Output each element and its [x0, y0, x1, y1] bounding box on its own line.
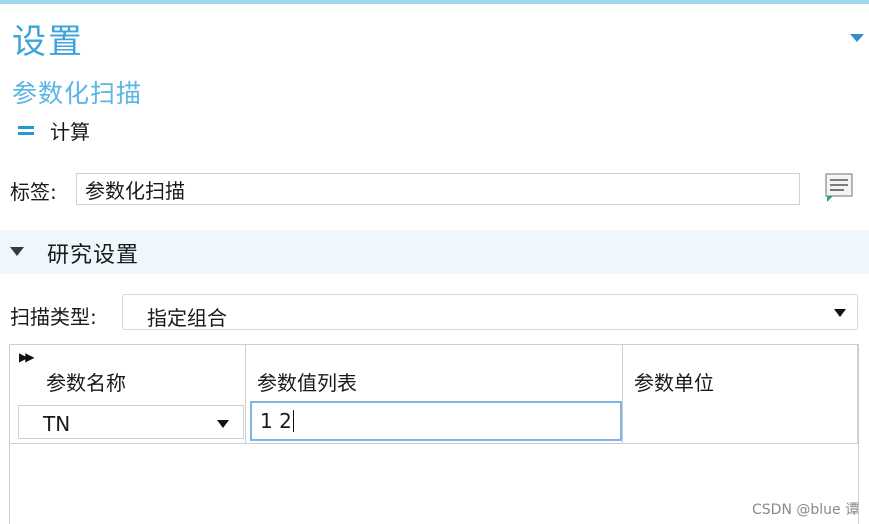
label-input-value: 参数化扫描	[85, 178, 185, 203]
text-cursor	[292, 410, 294, 432]
label-input[interactable]: 参数化扫描	[76, 173, 800, 205]
top-accent-line	[0, 0, 869, 4]
column-header-name: 参数名称	[46, 371, 126, 395]
parameter-unit-cell[interactable]	[624, 401, 856, 441]
compute-label: 计算	[50, 119, 90, 144]
chevron-down-icon	[217, 420, 229, 428]
section-title: 研究设置	[47, 243, 140, 268]
column-header-unit: 参数单位	[634, 371, 714, 395]
compute-icon	[18, 124, 34, 136]
collapse-panel-icon[interactable]	[850, 34, 864, 42]
watermark: CSDN @blue 谭	[752, 502, 860, 518]
sweep-type-value: 指定组合	[147, 306, 227, 330]
parameter-values-text: 1 2	[260, 409, 292, 433]
page-title: 设置	[12, 22, 84, 62]
compute-button[interactable]: 计算	[18, 116, 90, 144]
page-subtitle: 参数化扫描	[12, 79, 143, 108]
comment-icon[interactable]	[822, 170, 856, 204]
column-divider	[245, 345, 246, 443]
column-divider	[622, 345, 623, 443]
chevron-down-icon	[834, 309, 846, 317]
sweep-type-label: 扫描类型:	[10, 305, 97, 329]
expand-columns-icon[interactable]: ▶▶	[19, 350, 35, 364]
section-expand-icon[interactable]	[10, 247, 24, 256]
study-settings-section[interactable]: 研究设置	[0, 230, 869, 274]
parameter-name-value: TN	[43, 412, 71, 436]
label-field-label: 标签:	[10, 180, 57, 204]
column-header-values: 参数值列表	[257, 371, 357, 395]
parameter-table: ▶▶ 参数名称 参数值列表 参数单位 TN 1 2	[9, 344, 859, 524]
parameter-name-select[interactable]: TN	[18, 405, 244, 439]
header-divider	[10, 443, 858, 444]
column-divider	[857, 345, 858, 443]
parameter-values-input[interactable]: 1 2	[250, 401, 622, 441]
sweep-type-select[interactable]: 指定组合	[122, 294, 858, 330]
